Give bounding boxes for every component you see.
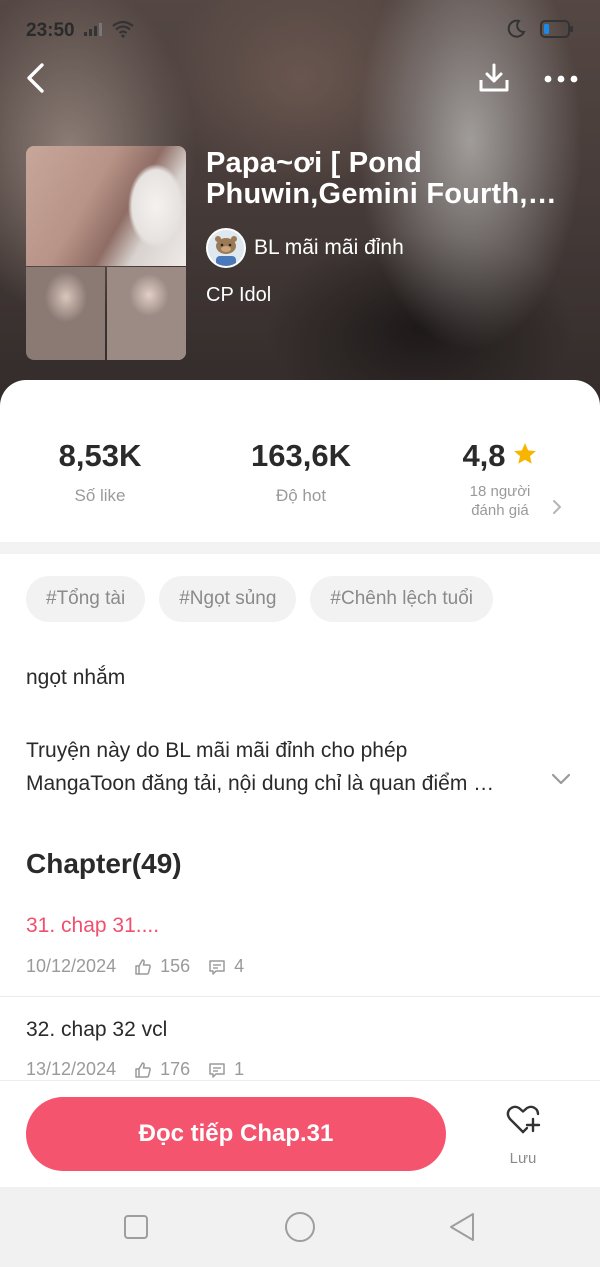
description-line-1: Truyện này do BL mãi mãi đỉnh cho phép — [26, 739, 408, 762]
description-line-2: MangaToon đăng tải, nội dung chỉ là quan… — [26, 772, 495, 795]
rating-stat[interactable]: 4,8 18 người đánh giá — [440, 438, 560, 520]
hot-label: Độ hot — [275, 486, 327, 505]
description[interactable]: Truyện này do BL mãi mãi đỉnh cho phép M… — [26, 734, 546, 800]
chevron-down-icon[interactable] — [550, 772, 572, 791]
stats-row: 8,53K Số like 163,6K Độ hot 4,8 18 người… — [0, 380, 600, 542]
chapter-meta: 10/12/2024 156 4 — [26, 956, 262, 977]
hot-value: 163,6K — [251, 438, 351, 473]
likes-value: 8,53K — [58, 438, 142, 473]
chapters-heading: Chapter(49) — [26, 848, 182, 879]
download-icon[interactable] — [478, 62, 510, 99]
save-label: Lưu — [509, 1150, 537, 1167]
chapter-comments: 1 — [234, 1059, 245, 1079]
signal-icon — [83, 21, 103, 42]
tag-list: #Tổng tài #Ngọt sủng #Chênh lệch tuổi — [26, 576, 494, 622]
more-icon[interactable] — [544, 71, 578, 89]
chapter-likes: 156 — [160, 956, 191, 976]
back-icon[interactable] — [22, 61, 50, 100]
comic-title: Papa~ơi [ Pond Phuwin,Gemini Fourth, Jo… — [206, 148, 528, 212]
chapter-divider — [0, 996, 600, 997]
author-name[interactable]: BL mãi mãi đỉnh — [254, 236, 404, 260]
continue-reading-button[interactable]: Đọc tiếp Chap.31 — [26, 1097, 446, 1171]
bottom-action-bar: Đọc tiếp Chap.31 Lưu — [0, 1080, 600, 1187]
avatar[interactable] — [206, 228, 246, 268]
chapter-title[interactable]: 31. chap 31.... — [26, 914, 159, 938]
back-nav-icon[interactable] — [446, 1211, 478, 1243]
rating-count-line2: đánh giá — [471, 502, 529, 519]
chapter-date: 13/12/2024 — [26, 1059, 117, 1079]
chevron-right-icon[interactable] — [550, 498, 564, 521]
cover-panel-top — [26, 146, 186, 266]
tag-chip[interactable]: #Chênh lệch tuổi — [310, 576, 494, 622]
cover-panel-bottom-left — [26, 267, 105, 360]
thumb-up-icon — [134, 1061, 152, 1079]
likes-label: Số like — [74, 486, 126, 505]
moon-icon — [506, 19, 526, 44]
comment-icon — [208, 1061, 226, 1079]
author-row[interactable]: BL mãi mãi đỉnh — [206, 228, 576, 268]
status-time: 23:50 — [26, 20, 75, 41]
chapter-meta: 13/12/2024 176 1 — [26, 1059, 262, 1080]
heart-plus-icon — [505, 1103, 541, 1142]
wifi-icon — [111, 20, 135, 43]
rating-value: 4,8 — [462, 438, 506, 473]
likes-stat: 8,53K Số like — [40, 438, 160, 506]
system-navigation-bar — [0, 1187, 600, 1267]
section-divider — [0, 542, 600, 554]
cover-panel-bottom-right — [107, 267, 186, 360]
save-button[interactable]: Lưu — [488, 1103, 558, 1173]
rating-count-line1: 18 người — [469, 483, 531, 500]
hot-stat: 163,6K Độ hot — [230, 438, 372, 506]
cover-image[interactable] — [26, 146, 186, 360]
category-label[interactable]: CP Idol — [206, 284, 576, 307]
recent-apps-icon[interactable] — [120, 1211, 152, 1243]
tag-chip[interactable]: #Ngọt sủng — [159, 576, 297, 622]
detail-sheet: 8,53K Số like 163,6K Độ hot 4,8 18 người… — [0, 380, 600, 1188]
star-icon — [512, 441, 538, 472]
chapter-title[interactable]: 32. chap 32 vcl — [26, 1018, 167, 1042]
short-summary: ngọt nhắm — [26, 666, 126, 689]
status-bar: 23:50 — [26, 14, 574, 48]
chapter-likes: 176 — [160, 1059, 191, 1079]
top-navigation — [22, 60, 578, 100]
home-icon[interactable] — [284, 1211, 316, 1243]
battery-icon — [540, 19, 574, 43]
comic-info: Papa~ơi [ Pond Phuwin,Gemini Fourth, Jo…… — [206, 148, 576, 307]
chapter-comments: 4 — [234, 956, 245, 976]
chapter-date: 10/12/2024 — [26, 956, 117, 976]
tag-chip[interactable]: #Tổng tài — [26, 576, 146, 622]
thumb-up-icon — [134, 958, 152, 976]
comment-icon — [208, 958, 226, 976]
